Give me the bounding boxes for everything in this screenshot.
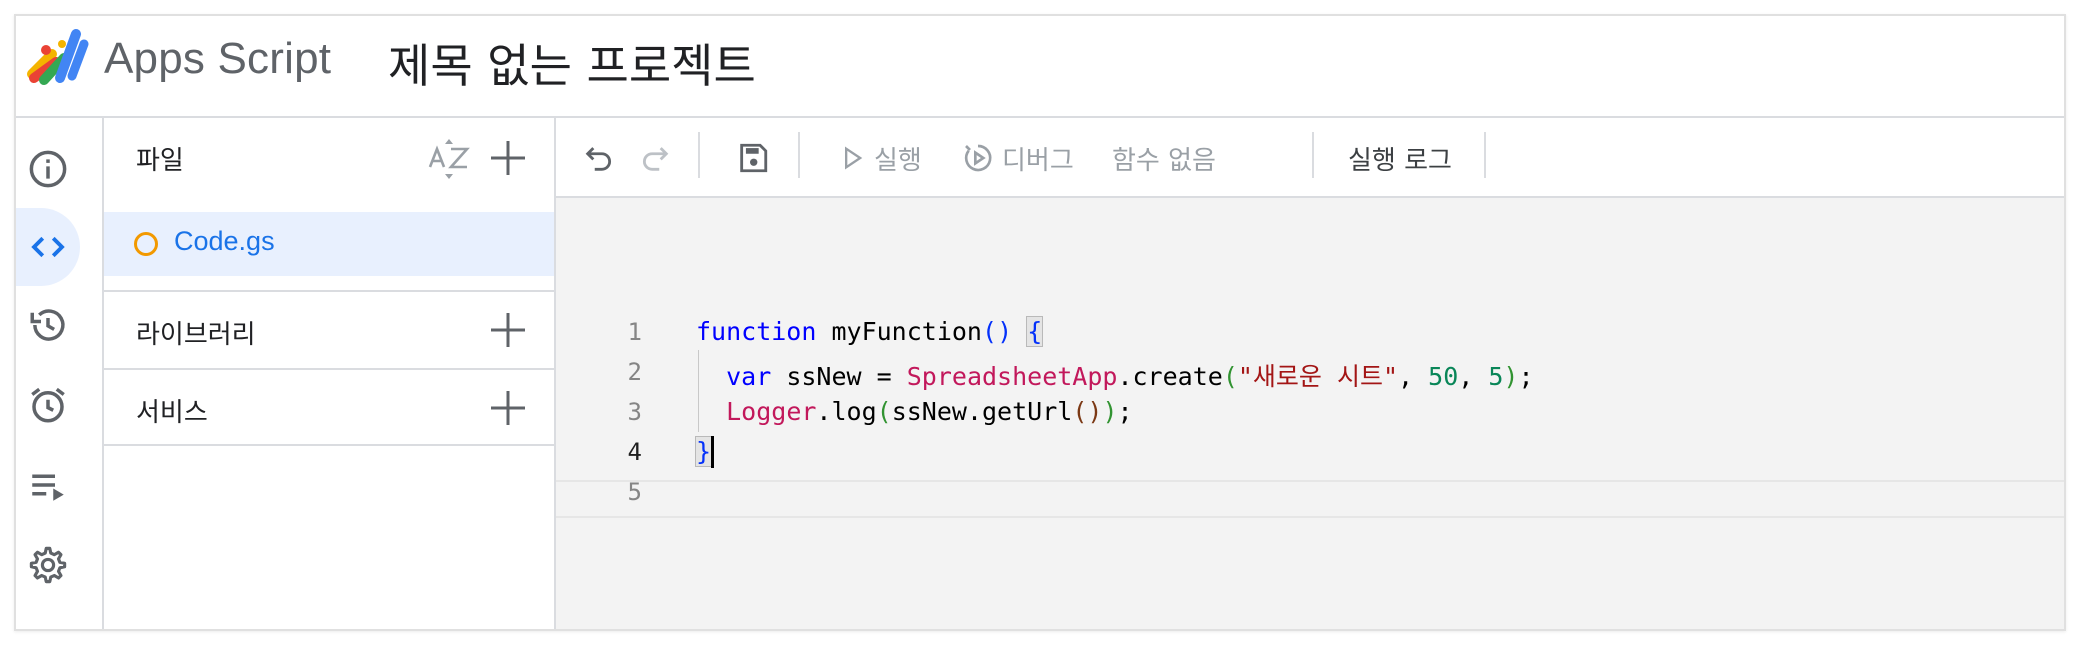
code-token-paren: ( bbox=[1072, 397, 1088, 426]
toolbar-separator bbox=[1312, 132, 1314, 178]
code-token-paren: ( bbox=[982, 317, 998, 346]
toolbar-separator bbox=[1484, 132, 1486, 178]
code-token-punct: , bbox=[1458, 362, 1489, 391]
libraries-section: 라이브러리 bbox=[104, 290, 554, 368]
editor-pane: 실행 디버그 함수 없음 실행 로그 1 2 3 4 5 function my… bbox=[556, 118, 2064, 629]
code-token-class: SpreadsheetApp bbox=[906, 362, 1118, 391]
code-token-brace-matched: { bbox=[1026, 316, 1044, 347]
save-icon bbox=[740, 143, 768, 173]
code-token-paren: ) bbox=[1087, 397, 1103, 426]
execution-log-button[interactable]: 실행 로그 bbox=[1348, 136, 1452, 180]
code-token-method: .log bbox=[816, 397, 877, 426]
debug-button[interactable]: 디버그 bbox=[962, 136, 1074, 180]
play-icon bbox=[845, 146, 863, 170]
history-icon bbox=[30, 309, 65, 341]
code-token-brace-matched: } bbox=[694, 436, 713, 467]
alarm-clock-icon bbox=[31, 387, 65, 423]
libraries-label: 라이브러리 bbox=[136, 320, 256, 350]
executions-list-icon bbox=[32, 474, 64, 501]
code-token-paren: ) bbox=[1102, 397, 1118, 426]
code-token-paren: ) bbox=[1503, 362, 1519, 391]
function-selector-value: 함수 없음 bbox=[1112, 145, 1216, 176]
code-token-paren: ( bbox=[876, 397, 892, 426]
line-number: 3 bbox=[627, 398, 642, 426]
code-token-identifier: ssNew.getUrl bbox=[891, 397, 1073, 426]
services-label: 서비스 bbox=[136, 398, 208, 428]
line-number: 1 bbox=[627, 318, 642, 346]
product-name: Apps Script bbox=[104, 34, 332, 83]
code-token-punct: , bbox=[1398, 362, 1429, 391]
file-status-dot-icon bbox=[134, 232, 158, 256]
code-editor[interactable]: 1 2 3 4 5 function myFunction() { var ss… bbox=[556, 198, 2064, 629]
code-token-method: .create bbox=[1117, 362, 1223, 391]
code-token-identifier: ssNew = bbox=[771, 362, 907, 391]
code-token-punct: ; bbox=[1518, 362, 1534, 391]
code-token-punct: ; bbox=[1117, 397, 1133, 426]
code-token-number: 50 bbox=[1428, 362, 1459, 391]
debug-label: 디버그 bbox=[1002, 145, 1074, 176]
redo-button[interactable] bbox=[638, 136, 672, 180]
toolbar-separator bbox=[698, 132, 700, 178]
files-header: 파일 bbox=[104, 118, 554, 198]
function-selector[interactable]: 함수 없음 bbox=[1112, 136, 1216, 180]
rail-executions-button[interactable] bbox=[16, 446, 102, 524]
files-title: 파일 bbox=[136, 146, 184, 176]
code-token-paren: ( bbox=[1222, 362, 1238, 391]
rail-history-button[interactable] bbox=[16, 286, 102, 364]
rail-editor-button[interactable] bbox=[16, 208, 102, 286]
left-nav-rail bbox=[16, 118, 104, 629]
code-token-keyword: function bbox=[696, 317, 817, 346]
apps-script-window: Apps Script 제목 없는 프로젝트 파일 Code.gs 라이브러리 … bbox=[14, 14, 2066, 631]
code-token-paren: ) bbox=[997, 317, 1013, 346]
apps-script-logo-icon[interactable] bbox=[26, 24, 92, 90]
file-name: Code.gs bbox=[174, 226, 275, 256]
code-token-string: "새로운 시트" bbox=[1237, 362, 1399, 391]
current-line-highlight bbox=[556, 480, 2064, 518]
code-line-1: function myFunction() { bbox=[696, 316, 1044, 347]
add-service-plus-icon[interactable] bbox=[486, 386, 530, 430]
rail-settings-button[interactable] bbox=[16, 526, 102, 604]
toolbar-separator bbox=[798, 132, 800, 178]
code-line-3: Logger.log(ssNew.getUrl()); bbox=[696, 397, 1133, 426]
run-button[interactable]: 실행 bbox=[838, 136, 922, 180]
info-icon bbox=[29, 150, 67, 188]
line-number-current: 4 bbox=[627, 438, 642, 466]
code-line-2: var ssNew = SpreadsheetApp.create("새로운 시… bbox=[696, 357, 1534, 393]
rail-overview-button[interactable] bbox=[16, 130, 102, 208]
code-token-identifier: myFunction bbox=[816, 317, 982, 346]
add-library-plus-icon[interactable] bbox=[486, 308, 530, 352]
text-cursor bbox=[711, 436, 714, 468]
editor-toolbar: 실행 디버그 함수 없음 실행 로그 bbox=[556, 118, 2064, 198]
code-token-number: 5 bbox=[1488, 362, 1504, 391]
project-title[interactable]: 제목 없는 프로젝트 bbox=[388, 30, 756, 96]
files-panel: 파일 Code.gs 라이브러리 서비스 bbox=[104, 118, 556, 629]
run-label: 실행 bbox=[874, 145, 922, 176]
line-number: 2 bbox=[627, 358, 642, 386]
code-token-class: Logger bbox=[726, 397, 817, 426]
redo-icon bbox=[643, 147, 669, 171]
undo-icon bbox=[585, 147, 611, 171]
file-item-code-gs[interactable]: Code.gs bbox=[104, 212, 554, 276]
code-brackets-icon bbox=[31, 236, 65, 258]
undo-button[interactable] bbox=[582, 136, 616, 180]
header: Apps Script 제목 없는 프로젝트 bbox=[16, 16, 2064, 118]
debug-icon bbox=[964, 144, 992, 172]
add-file-plus-icon[interactable] bbox=[486, 136, 530, 180]
sort-az-icon[interactable] bbox=[426, 136, 472, 182]
code-line-4: } bbox=[694, 436, 713, 467]
line-number: 5 bbox=[627, 478, 642, 506]
gear-icon bbox=[29, 546, 67, 584]
code-token-keyword: var bbox=[726, 362, 772, 391]
services-section: 서비스 bbox=[104, 368, 554, 446]
execution-log-label: 실행 로그 bbox=[1348, 145, 1452, 176]
rail-triggers-button[interactable] bbox=[16, 366, 102, 444]
save-button[interactable] bbox=[736, 136, 770, 180]
